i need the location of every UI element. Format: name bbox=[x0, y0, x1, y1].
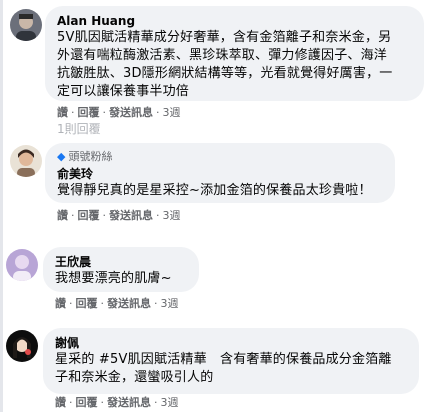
send-message-link[interactable]: 發送訊息 bbox=[107, 396, 151, 409]
like-link[interactable]: 讚 bbox=[57, 106, 68, 119]
reply-link[interactable]: 回覆 bbox=[76, 297, 98, 310]
comment-bubble: 王欣晨 我想要漂亮的肌膚~ bbox=[43, 247, 199, 292]
replies-link[interactable]: 1則回覆 bbox=[57, 122, 101, 136]
timestamp[interactable]: 3週 bbox=[163, 209, 181, 222]
comment-text-line: 我想要漂亮的肌膚~ bbox=[55, 271, 172, 286]
timestamp[interactable]: 3週 bbox=[161, 297, 179, 310]
avatar[interactable] bbox=[10, 145, 42, 177]
like-link[interactable]: 讚 bbox=[57, 209, 68, 222]
thread-line bbox=[0, 0, 3, 412]
comment-author[interactable]: Alan Huang bbox=[57, 13, 412, 29]
like-link[interactable]: 讚 bbox=[55, 396, 66, 409]
avatar[interactable] bbox=[10, 9, 42, 41]
reply-link[interactable]: 回覆 bbox=[78, 209, 100, 222]
like-link[interactable]: 讚 bbox=[55, 297, 66, 310]
comment-bubble: ◆ 頭號粉絲 俞美玲 覺得靜兒真的是星采控~添加金箔的保養品太珍貴啦！ bbox=[45, 143, 395, 203]
comment-text-line: 星采的 #5V肌因賦活精華 含有奢華的保養品成分金箔離 bbox=[55, 352, 392, 367]
avatar[interactable] bbox=[6, 249, 38, 281]
comment-bubble: Alan Huang 5V肌因賦活精華成分好奢華，含有金箔離子和奈米金，另 外還… bbox=[45, 6, 424, 101]
reply-link[interactable]: 回覆 bbox=[78, 106, 100, 119]
comment-bubble: 謝佩 星采的 #5V肌因賦活精華 含有奢華的保養品成分金箔離 子和奈米金，還蠻吸… bbox=[43, 328, 419, 394]
comment-text-line: 5V肌因賦活精華成分好奢華，含有金箔離子和奈米金，另 bbox=[57, 30, 392, 45]
send-message-link[interactable]: 發送訊息 bbox=[109, 106, 153, 119]
reply-link[interactable]: 回覆 bbox=[76, 396, 98, 409]
avatar-image bbox=[6, 249, 38, 281]
comment-actions: 讚 · 回覆 · 發送訊息 · 3週 bbox=[55, 396, 179, 409]
comment-author[interactable]: 王欣晨 bbox=[55, 254, 187, 270]
send-message-link[interactable]: 發送訊息 bbox=[107, 297, 151, 310]
comment-text-line: 覺得靜兒真的是星采控~添加金箔的保養品太珍貴啦！ bbox=[57, 183, 372, 198]
comment-text-line: 定可以讓保養事半功倍 bbox=[57, 84, 190, 99]
comment-text-line: 外還有喘粒酶激活素、黑珍珠萃取、彈力修護因子、海洋 bbox=[57, 48, 388, 63]
comment-text-line: 抗皺胜肽、3D隱形網狀結構等等，光看就覺得好厲害，一 bbox=[57, 66, 393, 81]
timestamp[interactable]: 3週 bbox=[161, 396, 179, 409]
comment-actions: 讚 · 回覆 · 發送訊息 · 3週 bbox=[55, 297, 179, 310]
comment-actions: 讚 · 回覆 · 發送訊息 · 3週 bbox=[57, 209, 181, 222]
diamond-icon: ◆ bbox=[57, 150, 66, 163]
avatar-image bbox=[6, 330, 38, 362]
timestamp[interactable]: 3週 bbox=[163, 106, 181, 119]
avatar[interactable] bbox=[6, 330, 38, 362]
comment-text-line: 子和奈米金，還蠻吸引人的 bbox=[55, 370, 214, 385]
comment-author[interactable]: 謝佩 bbox=[55, 335, 407, 351]
top-fan-badge: ◆ 頭號粉絲 bbox=[57, 150, 113, 163]
comment-actions: 讚 · 回覆 · 發送訊息 · 3週 bbox=[57, 106, 181, 119]
avatar-image bbox=[10, 145, 42, 177]
send-message-link[interactable]: 發送訊息 bbox=[109, 209, 153, 222]
avatar-image bbox=[10, 9, 42, 41]
comment-author[interactable]: 俞美玲 bbox=[57, 166, 383, 182]
